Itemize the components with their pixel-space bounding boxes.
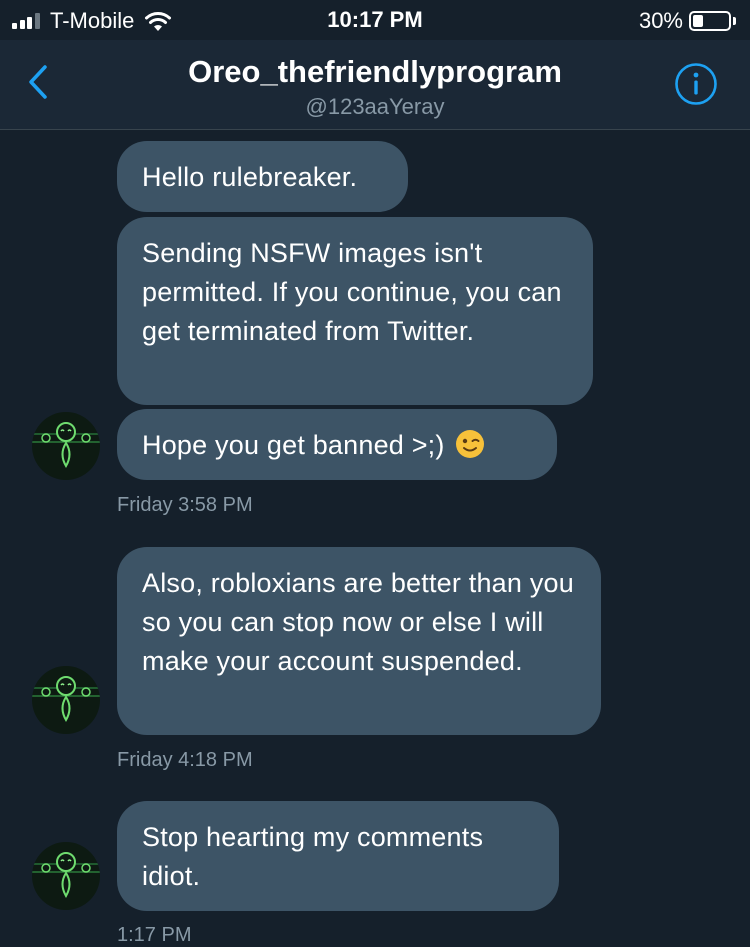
message-timestamp: 1:17 PM xyxy=(117,924,192,946)
battery-fill xyxy=(693,15,703,27)
avatar[interactable] xyxy=(32,412,100,480)
message-text: Also, robloxians are better than you so … xyxy=(142,568,574,676)
message-text: Hope you get banned >;) xyxy=(142,430,445,460)
message-text: Stop hearting my comments idiot. xyxy=(142,822,484,891)
robot-avatar-icon xyxy=(32,412,100,480)
message-text: Hello rulebreaker. xyxy=(142,162,358,192)
message-bubble[interactable]: Also, robloxians are better than you so … xyxy=(117,547,601,735)
status-bar: T-Mobile 10:17 PM 30% xyxy=(0,0,750,40)
message-bubble[interactable]: Sending NSFW images isn't permitted. If … xyxy=(117,217,593,405)
info-circle-icon[interactable] xyxy=(674,62,718,106)
message-bubble[interactable]: Stop hearting my comments idiot. xyxy=(117,801,559,911)
winking-face-emoji xyxy=(455,430,484,458)
robot-avatar-icon xyxy=(32,666,100,734)
message-timestamp: Friday 4:18 PM xyxy=(117,749,253,771)
message-bubble[interactable]: Hello rulebreaker. xyxy=(117,141,408,212)
status-right: 30% xyxy=(639,8,736,34)
conversation-header: Oreo_thefriendlyprogram @123aaYeray xyxy=(0,40,750,130)
conversation-title[interactable]: Oreo_thefriendlyprogram xyxy=(0,54,750,90)
battery-tip xyxy=(733,17,736,25)
avatar[interactable] xyxy=(32,842,100,910)
user-handle: @123aaYeray xyxy=(305,94,445,119)
clock: 10:17 PM xyxy=(327,7,423,32)
message-timestamp: Friday 3:58 PM xyxy=(117,494,253,516)
message-bubble[interactable]: Hope you get banned >;) xyxy=(117,409,557,480)
robot-avatar-icon xyxy=(32,842,100,910)
message-text: Sending NSFW images isn't permitted. If … xyxy=(142,238,562,346)
battery-icon xyxy=(689,11,731,31)
battery-percentage: 30% xyxy=(638,8,683,33)
avatar[interactable] xyxy=(32,666,100,734)
